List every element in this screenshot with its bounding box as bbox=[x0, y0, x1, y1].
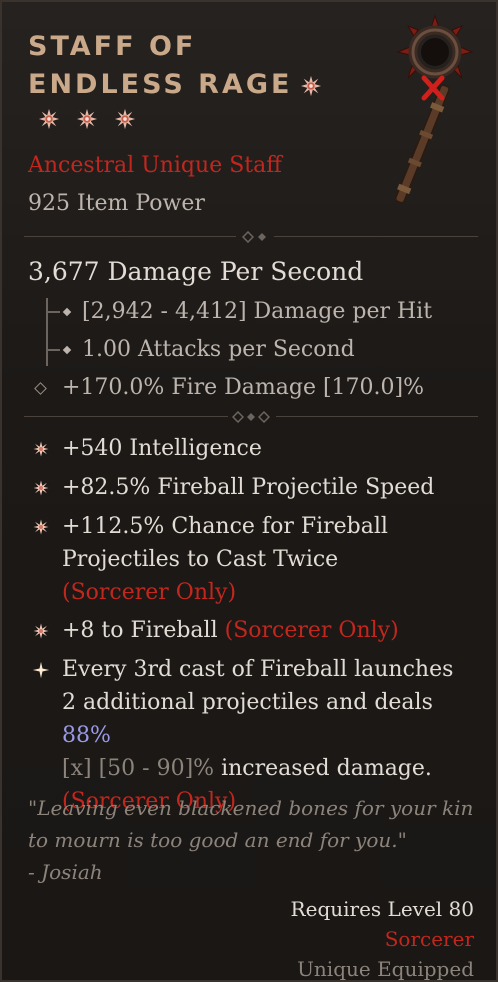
unique-power-range: [50 - 90]% bbox=[98, 756, 215, 781]
item-power: 925 Item Power bbox=[28, 191, 205, 216]
unique-power-part-1: Every 3rd cast of bbox=[62, 657, 253, 682]
damage-per-hit: [2,942 - 4,412] Damage per Hit bbox=[82, 299, 433, 324]
affix-intelligence: +540 Intelligence bbox=[62, 436, 262, 461]
class-restriction: (Sorcerer Only) bbox=[224, 618, 399, 643]
affix-fireball-rank: +8 to Fireball (Sorcerer Only) bbox=[62, 614, 472, 647]
quality-stars bbox=[38, 108, 152, 130]
tree-diamond bbox=[62, 307, 72, 317]
flavor-quote: "Leaving even blackened bones for your k… bbox=[28, 796, 474, 852]
affix-fireball-rank-text: +8 to Fireball bbox=[62, 618, 218, 643]
tree-diamond bbox=[62, 345, 72, 355]
item-title-line-2-text: ENDLESS RAGE bbox=[28, 69, 293, 100]
item-title-line-2: ENDLESS RAGE bbox=[28, 66, 322, 104]
flavor-author: - Josiah bbox=[28, 860, 103, 884]
greater-affix-star-icon bbox=[114, 108, 136, 130]
affix-star-icon bbox=[32, 440, 50, 458]
stat-tree-line bbox=[46, 298, 48, 366]
item-rarity: Ancestral Unique Staff bbox=[28, 153, 282, 178]
affix-projectile-speed: +82.5% Fireball Projectile Speed bbox=[62, 475, 435, 500]
unique-power-part-3: increased damage. bbox=[221, 756, 432, 781]
affix-star-icon bbox=[32, 479, 50, 497]
unique-equipped: Unique Equipped bbox=[297, 957, 474, 981]
implicit-affix: +170.0% Fire Damage [170.0]% bbox=[62, 375, 425, 400]
item-tooltip: STAFF OF ENDLESS RAGE Ancestral Unique S… bbox=[0, 0, 498, 982]
required-class: Sorcerer bbox=[384, 927, 474, 951]
greater-affix-star-icon bbox=[76, 108, 98, 130]
implicit-diamond-icon bbox=[34, 382, 47, 395]
unique-power-range-x: [x] bbox=[62, 756, 92, 781]
damage-per-second: 3,677 Damage Per Second bbox=[28, 257, 364, 286]
affix-star-icon bbox=[32, 518, 50, 536]
flavor-text: "Leaving even blackened bones for your k… bbox=[28, 792, 478, 888]
unique-power-star-icon bbox=[32, 661, 50, 679]
item-title: STAFF OF ENDLESS RAGE bbox=[28, 28, 322, 104]
greater-affix-star-icon bbox=[300, 75, 322, 97]
affix-cast-twice-text: +112.5% Chance for Fireball Projectiles … bbox=[62, 514, 388, 572]
greater-affix-star-icon bbox=[38, 108, 60, 130]
staff-item-image bbox=[394, 14, 474, 204]
attacks-per-second: 1.00 Attacks per Second bbox=[82, 337, 355, 362]
unique-power-value: 88% bbox=[62, 723, 111, 748]
tree-branch bbox=[46, 311, 60, 313]
unique-power-skill: Fireball bbox=[260, 657, 348, 682]
item-title-line-1: STAFF OF bbox=[28, 31, 197, 62]
tree-branch bbox=[46, 349, 60, 351]
affix-star-icon bbox=[32, 622, 50, 640]
required-level: Requires Level 80 bbox=[290, 897, 474, 921]
divider bbox=[24, 410, 478, 424]
affix-cast-twice: +112.5% Chance for Fireball Projectiles … bbox=[62, 510, 434, 609]
class-restriction: (Sorcerer Only) bbox=[62, 580, 237, 605]
divider bbox=[24, 230, 478, 244]
